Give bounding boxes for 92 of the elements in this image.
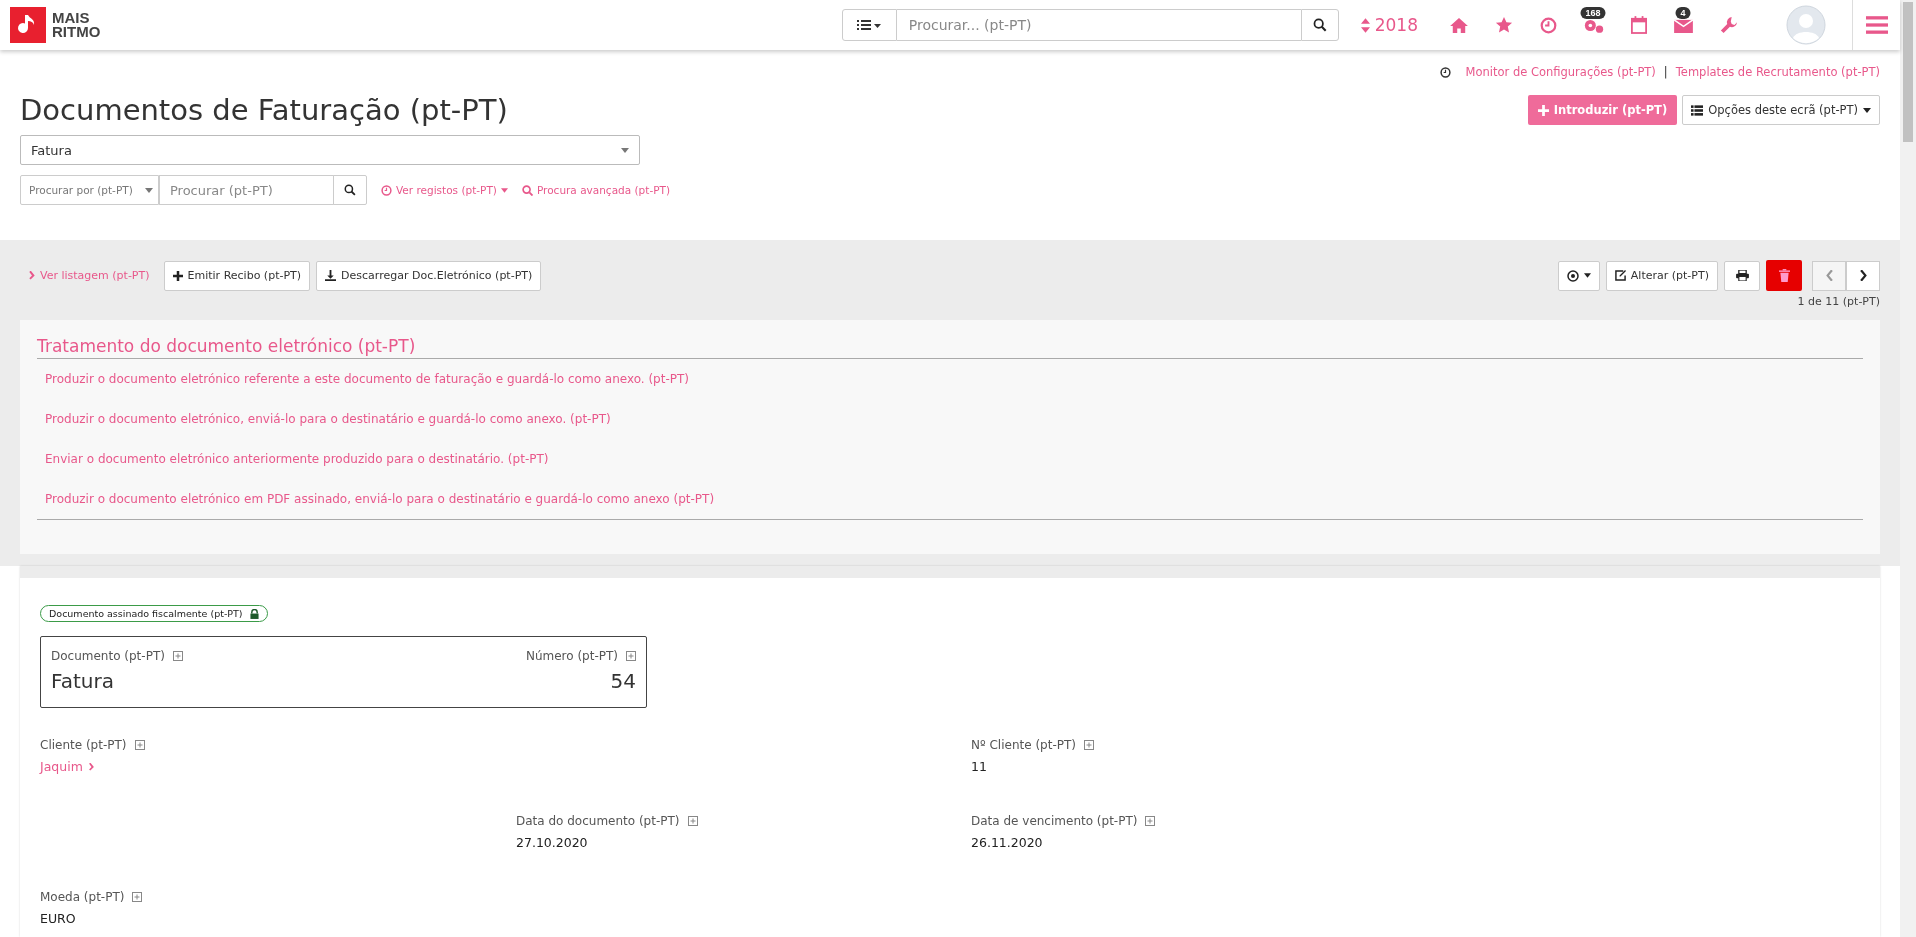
- expand-icon[interactable]: [1083, 740, 1094, 750]
- chevron-right-icon: [1859, 270, 1867, 281]
- expand-icon[interactable]: [172, 651, 183, 661]
- search-icon: [521, 184, 533, 196]
- search-button[interactable]: [333, 175, 367, 205]
- caret-icon: [1583, 273, 1591, 278]
- caret-icon: [145, 187, 153, 193]
- client-link[interactable]: Jaquim: [40, 759, 516, 774]
- next-button[interactable]: [1846, 260, 1880, 291]
- envelope-icon: [1674, 17, 1693, 33]
- search-scope-button[interactable]: [841, 9, 897, 41]
- mail-nav-button[interactable]: 4: [1661, 5, 1706, 45]
- field-label: Cliente (pt-PT): [40, 738, 127, 752]
- field-value: 11: [971, 759, 988, 774]
- issue-receipt-button[interactable]: Emitir Recibo (pt-PT): [163, 260, 311, 291]
- separator: |: [1663, 65, 1668, 79]
- add-button[interactable]: Introduzir (pt-PT): [1527, 95, 1678, 125]
- document-number-value: 54: [610, 669, 636, 693]
- panel-title: Tratamento do documento eletrónico (pt-PT): [37, 336, 1863, 359]
- expand-icon[interactable]: [687, 816, 698, 826]
- edit-icon: [1614, 270, 1626, 281]
- brand-name: MAIS: [52, 11, 91, 25]
- clock-icon: [381, 184, 392, 196]
- field-label: Data de vencimento (pt-PT): [971, 814, 1138, 828]
- year-selector[interactable]: 2018: [1360, 15, 1418, 35]
- brand-name: RITMO: [52, 25, 101, 39]
- list-icon: [1691, 104, 1704, 116]
- star-icon: [1494, 16, 1513, 34]
- edit-button[interactable]: Alterar (pt-PT): [1605, 260, 1718, 291]
- delete-button[interactable]: [1766, 260, 1802, 291]
- action-link[interactable]: Produzir o documento eletrónico, enviá-lo para o destinatário e guardá-lo como anexo. (pt-PT): [45, 411, 611, 439]
- search-field[interactable]: Procurar (pt-PT): [159, 175, 334, 205]
- action-link[interactable]: Enviar o documento eletrónico anteriormente produzido para o destinatário. (pt-PT): [45, 451, 549, 479]
- header-link[interactable]: Templates de Recrutamento (pt-PT): [1675, 65, 1880, 79]
- chevron-right-icon: [88, 762, 94, 771]
- home-icon: [1449, 17, 1468, 33]
- download-icon: [325, 270, 337, 281]
- wrench-icon: [1719, 16, 1738, 34]
- search-icon: [1312, 18, 1327, 32]
- expand-icon[interactable]: [132, 892, 143, 902]
- expand-icon[interactable]: [134, 740, 145, 750]
- header-link[interactable]: Monitor de Configurações (pt-PT): [1465, 65, 1656, 79]
- plus-icon: [172, 270, 183, 281]
- caret-icon: [621, 147, 629, 153]
- list-icon: [857, 19, 882, 31]
- document-type-value: Fatura: [51, 669, 114, 693]
- logo-icon: [10, 7, 46, 43]
- field-label: Número (pt-PT): [525, 649, 618, 663]
- view-records-link[interactable]: Ver registos (pt-PT): [381, 184, 508, 196]
- expand-icon[interactable]: [626, 651, 636, 661]
- caret-icon: [500, 187, 508, 193]
- cogs-nav-button[interactable]: 168: [1571, 5, 1616, 45]
- scrollbar[interactable]: [1900, 0, 1916, 937]
- field-label: Documento (pt-PT): [51, 649, 165, 663]
- field-label: Nº Cliente (pt-PT): [971, 738, 1076, 752]
- document-type-select[interactable]: Fatura: [20, 135, 640, 165]
- view-list-link[interactable]: Ver listagem (pt-PT): [29, 269, 150, 282]
- action-link[interactable]: Produzir o documento eletrónico em PDF assinado, enviá-lo para o destinatário e guardá-lo como anexo (pt-PT): [45, 491, 715, 519]
- print-icon: [1735, 270, 1749, 281]
- menu-icon[interactable]: [1865, 16, 1888, 34]
- record-counter: 1 de 11 (pt-PT): [1797, 295, 1880, 308]
- page-title: Documentos de Faturação (pt-PT): [20, 93, 508, 127]
- caret-icon: [1863, 107, 1871, 113]
- download-button[interactable]: Descarregar Doc.Eletrónico (pt-PT): [316, 260, 542, 291]
- status-text: Documento assinado fiscalmente (pt-PT): [49, 608, 243, 619]
- advanced-search-link[interactable]: Procura avançada (pt-PT): [521, 184, 671, 196]
- screen-options-button[interactable]: Opções deste ecrã (pt-PT): [1682, 95, 1880, 125]
- calendar-icon: [1630, 16, 1647, 34]
- plus-icon: [1537, 104, 1549, 116]
- action-link[interactable]: Produzir o documento eletrónico referente a este documento de faturação e guardá-lo como anexo. (pt-PT): [45, 371, 689, 399]
- print-button[interactable]: [1724, 260, 1760, 291]
- field-label: Moeda (pt-PT): [40, 890, 125, 904]
- count-badge: 168: [1580, 7, 1606, 19]
- field-value: 26.11.2020: [971, 835, 1044, 850]
- clock-icon: [1439, 66, 1451, 78]
- field-label: Data do documento (pt-PT): [516, 814, 680, 828]
- search-icon: [344, 184, 356, 196]
- target-icon: [1566, 269, 1579, 282]
- global-search-field[interactable]: Procurar... (pt-PT): [896, 9, 1301, 41]
- expand-icon[interactable]: [1145, 816, 1156, 826]
- chevron-left-icon: [1825, 270, 1833, 281]
- field-value: EURO: [40, 911, 77, 926]
- search-by-select[interactable]: Procurar por (pt-PT): [20, 175, 159, 205]
- sort-icon: [1360, 17, 1370, 33]
- count-badge: 4: [1675, 7, 1691, 19]
- actions-dropdown-button[interactable]: [1557, 260, 1600, 291]
- search-button[interactable]: [1300, 9, 1339, 41]
- trash-icon: [1778, 269, 1790, 282]
- field-value: 27.10.2020: [516, 835, 589, 850]
- chevron-right-icon: [29, 271, 35, 280]
- clock-icon: [1540, 16, 1557, 34]
- lock-icon: [249, 608, 259, 619]
